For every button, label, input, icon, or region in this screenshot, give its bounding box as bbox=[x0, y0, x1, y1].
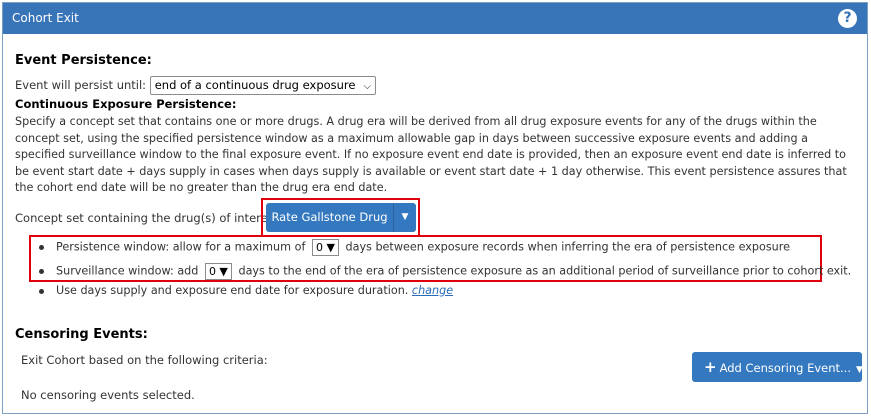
caret-down-icon[interactable]: ▼ bbox=[394, 203, 416, 232]
concept-button-highlight: Rate Gallstone Drug ▼ bbox=[261, 198, 420, 237]
add-censoring-event-button[interactable]: + Add Censoring Event... ▼ bbox=[692, 352, 863, 382]
continuous-exposure-title: Continuous Exposure Persistence: bbox=[15, 97, 237, 111]
surveillance-window-value: 0 bbox=[208, 265, 216, 278]
persist-select[interactable]: end of a continuous drug exposure ⌵ bbox=[149, 76, 377, 95]
days-supply-text: Use days supply and exposure end date fo… bbox=[56, 284, 409, 297]
bullet-icon bbox=[39, 245, 44, 250]
event-persistence-title: Event Persistence: bbox=[15, 53, 152, 68]
persistence-prefix: Persistence window: allow for a maximum … bbox=[56, 240, 306, 254]
bullet-icon bbox=[39, 288, 44, 294]
persistence-window-value: 0 bbox=[315, 241, 323, 254]
no-censoring-text: No censoring events selected. bbox=[21, 388, 195, 402]
persistence-suffix: days between exposure records when infer… bbox=[345, 240, 790, 254]
panel-header: Cohort Exit ? bbox=[3, 3, 867, 34]
cohort-exit-panel: Cohort Exit ? Event Persistence: Event w… bbox=[2, 2, 868, 414]
concept-set-button[interactable]: Rate Gallstone Drug ▼ bbox=[266, 203, 416, 232]
censoring-events-title: Censoring Events: bbox=[15, 327, 148, 342]
caret-down-icon: ▼ bbox=[856, 365, 863, 375]
persistence-window-row: Persistence window: allow for a maximum … bbox=[39, 239, 790, 256]
surveillance-window-select[interactable]: 0 ▼ bbox=[204, 263, 232, 280]
surveillance-prefix: Surveillance window: add bbox=[56, 264, 199, 278]
panel-title: Cohort Exit bbox=[12, 11, 79, 25]
persist-row: Event will persist until: end of a conti… bbox=[15, 76, 377, 95]
add-censoring-event-label: Add Censoring Event... bbox=[719, 361, 851, 375]
bullet-icon bbox=[39, 269, 44, 274]
days-supply-row: Use days supply and exposure end date fo… bbox=[39, 284, 453, 297]
persist-select-value: end of a continuous drug exposure bbox=[154, 78, 356, 92]
concept-label: Concept set containing the drug(s) of in… bbox=[15, 211, 283, 225]
continuous-exposure-description: Specify a concept set that contains one … bbox=[15, 115, 847, 194]
plus-icon: + bbox=[704, 358, 717, 376]
help-icon[interactable]: ? bbox=[838, 9, 857, 28]
surveillance-suffix: days to the end of the era of persistenc… bbox=[238, 264, 852, 278]
persist-label: Event will persist until: bbox=[15, 78, 147, 92]
persistence-window-select[interactable]: 0 ▼ bbox=[311, 239, 339, 256]
change-link[interactable]: change bbox=[412, 284, 453, 297]
concept-set-button-label: Rate Gallstone Drug bbox=[266, 203, 394, 232]
surveillance-window-row: Surveillance window: add 0 ▼ days to the… bbox=[39, 263, 851, 280]
censoring-criteria-label: Exit Cohort based on the following crite… bbox=[21, 353, 268, 367]
chevron-down-icon: ⌵ bbox=[363, 81, 372, 92]
